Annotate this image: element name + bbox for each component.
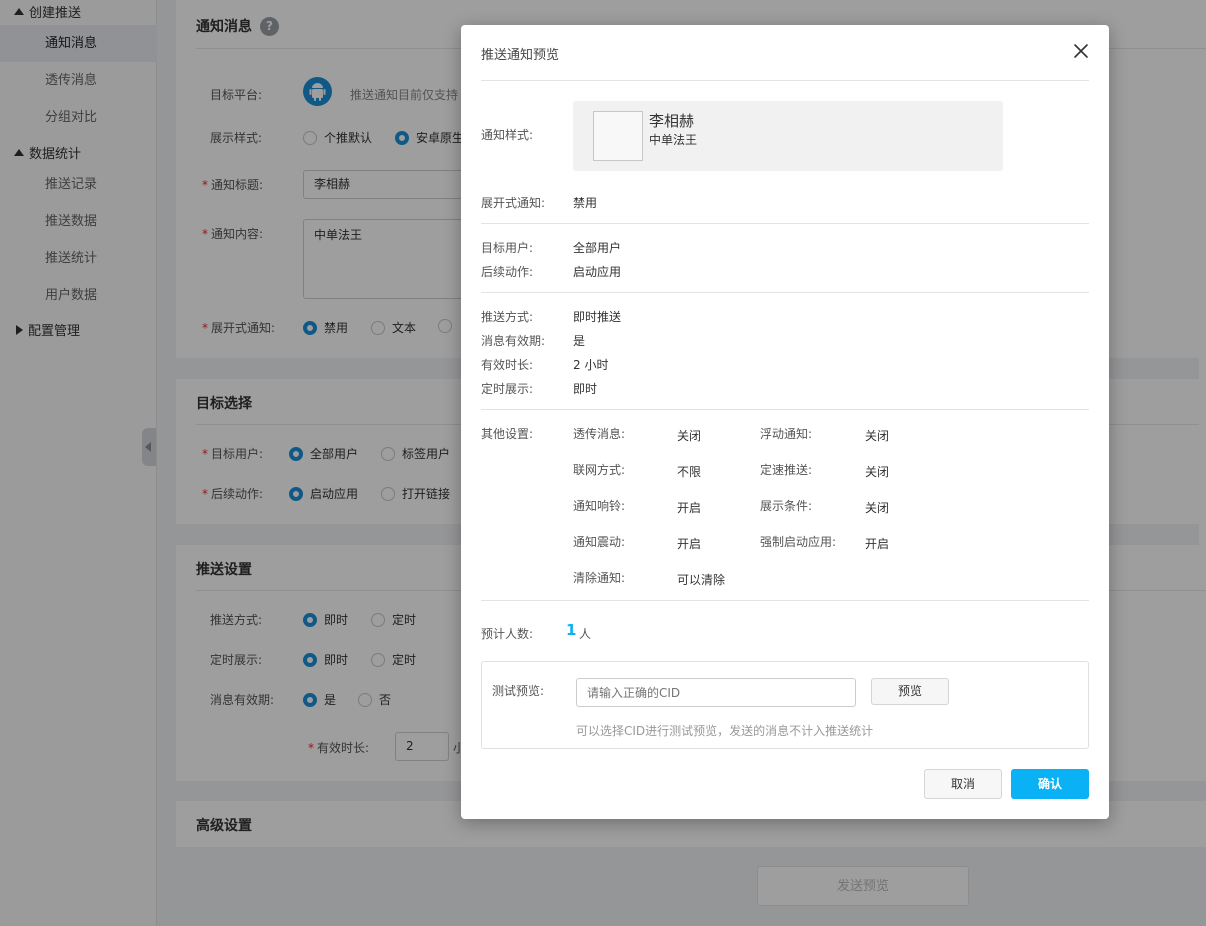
transparent-label: 透传消息: [573, 427, 626, 441]
user-value: 全部用户 [573, 241, 622, 255]
style-label: 通知样式: [481, 128, 534, 142]
user-label: 目标用户: [481, 241, 534, 255]
float-value: 关闭 [865, 429, 890, 443]
action-value: 启动应用 [573, 265, 622, 279]
network-value: 不限 [677, 465, 702, 479]
expand-label: 展开式通知: [481, 196, 546, 210]
expand-value: 禁用 [573, 196, 598, 210]
action-label: 后续动作: [481, 265, 534, 279]
estimate-value: 1 [566, 621, 577, 639]
cancel-button[interactable]: 取消 [924, 769, 1002, 799]
timing-label: 定时展示: [481, 382, 534, 396]
divider [481, 409, 1089, 410]
clear-label: 清除通知: [573, 571, 626, 585]
confirm-button[interactable]: 确认 [1011, 769, 1089, 799]
force-label: 强制启动应用: [760, 535, 837, 549]
transparent-value: 关闭 [677, 429, 702, 443]
condition-value: 关闭 [865, 501, 890, 515]
test-preview-box: 测试预览: 预览 可以选择CID进行测试预览，发送的消息不计入推送统计 [481, 661, 1089, 749]
preview-content: 中单法王 [649, 133, 698, 147]
vibrate-label: 通知震动: [573, 535, 626, 549]
divider [481, 223, 1089, 224]
valid-value: 是 [573, 334, 586, 348]
estimate-unit: 人 [579, 627, 592, 641]
modal-title: 推送通知预览 [481, 48, 560, 63]
ring-value: 开启 [677, 501, 702, 515]
divider [481, 292, 1089, 293]
preview-modal: 推送通知预览 通知样式: 李相赫 中单法王 展开式通知: 禁用 目标用户: 全部… [461, 25, 1109, 819]
ring-label: 通知响铃: [573, 499, 626, 513]
other-label: 其他设置: [481, 427, 534, 441]
notification-preview: 李相赫 中单法王 [573, 101, 1003, 171]
test-label: 测试预览: [492, 684, 545, 698]
estimate-label: 预计人数: [481, 627, 534, 641]
preview-button[interactable]: 预览 [871, 678, 949, 705]
duration-label: 有效时长: [481, 358, 534, 372]
network-label: 联网方式: [573, 463, 626, 477]
vibrate-value: 开启 [677, 537, 702, 551]
mode-value: 即时推送 [573, 310, 622, 324]
float-label: 浮动通知: [760, 427, 813, 441]
app-icon-placeholder [593, 111, 643, 161]
close-icon[interactable] [1071, 41, 1091, 61]
divider [481, 600, 1089, 601]
valid-label: 消息有效期: [481, 334, 546, 348]
condition-label: 展示条件: [760, 499, 813, 513]
timing-value: 即时 [573, 382, 598, 396]
preview-title: 李相赫 [649, 112, 695, 130]
rate-value: 关闭 [865, 465, 890, 479]
test-hint: 可以选择CID进行测试预览，发送的消息不计入推送统计 [576, 724, 874, 738]
rate-label: 定速推送: [760, 463, 813, 477]
cid-input[interactable] [576, 678, 856, 707]
divider [481, 80, 1089, 81]
force-value: 开启 [865, 537, 890, 551]
mode-label: 推送方式: [481, 310, 534, 324]
clear-value: 可以清除 [677, 573, 726, 587]
duration-value: 2 小时 [573, 358, 609, 372]
